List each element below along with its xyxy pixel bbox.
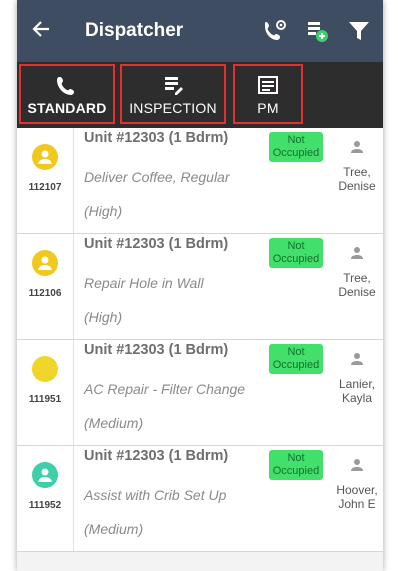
status-column: 112107 — [17, 128, 74, 233]
status-column: 112106 — [17, 234, 74, 339]
work-order-id: 111952 — [28, 500, 62, 511]
filter-icon[interactable] — [341, 13, 377, 49]
tab-pm[interactable]: PM — [233, 64, 303, 124]
description-block: Deliver Coffee, Regular (High) — [84, 160, 331, 228]
person-icon — [350, 458, 364, 477]
work-order-priority: (Medium) — [84, 521, 144, 537]
work-order-details: Unit #12303 (1 Bdrm) Not Occupied AC Rep… — [74, 340, 331, 445]
status-column: 111952 — [17, 446, 74, 551]
add-list-icon[interactable] — [299, 13, 335, 49]
app-bar: Dispatcher — [17, 0, 383, 62]
user-status-icon — [32, 144, 58, 170]
technician-first-name: Kayla — [341, 391, 373, 405]
inspection-icon — [163, 72, 183, 98]
technician-first-name: Denise — [338, 285, 376, 299]
technician-last-name: Lanier, — [338, 377, 376, 391]
description-block: AC Repair - Filter Change (Medium) — [84, 372, 331, 440]
technician-column: Hoover, John E — [331, 446, 383, 551]
occupancy-badge: Not Occupied — [269, 238, 323, 268]
work-order-description: Repair Hole in Wall — [84, 275, 204, 291]
work-order-id: 111951 — [28, 394, 62, 405]
technician-first-name: Denise — [338, 179, 376, 193]
technician-name: Tree, Denise — [338, 165, 375, 193]
call-location-icon[interactable] — [257, 13, 293, 49]
description-block: Assist with Crib Set Up (Medium) — [84, 478, 331, 546]
work-order-description: AC Repair - Filter Change — [84, 381, 246, 397]
work-order-id: 112107 — [28, 182, 62, 193]
technician-name: Tree, Denise — [338, 271, 375, 299]
phone-icon — [57, 72, 77, 98]
work-order-priority: (Medium) — [84, 415, 144, 431]
technician-name: Hoover, John E — [336, 483, 377, 511]
app-frame: Dispatcher STANDARD INSPECTION PM 112107… — [17, 0, 383, 571]
work-order-description: Assist with Crib Set Up — [84, 487, 227, 503]
technician-last-name: Hoover, — [336, 483, 378, 497]
work-order-description: Deliver Coffee, Regular — [84, 169, 230, 185]
technician-column: Lanier, Kayla — [331, 340, 383, 445]
work-order-list: 112107 Unit #12303 (1 Bdrm) Not Occupied… — [17, 128, 383, 552]
status-column: 111951 — [17, 340, 74, 445]
person-icon — [350, 352, 364, 371]
list-item[interactable]: 111952 Unit #12303 (1 Bdrm) Not Occupied… — [17, 446, 383, 552]
occupancy-badge: Not Occupied — [269, 344, 323, 374]
tab-standard[interactable]: STANDARD — [19, 64, 115, 124]
tab-bar: STANDARD INSPECTION PM — [17, 62, 383, 128]
list-item[interactable]: 112106 Unit #12303 (1 Bdrm) Not Occupied… — [17, 234, 383, 340]
work-order-priority: (High) — [84, 309, 123, 325]
tab-standard-label: STANDARD — [27, 100, 107, 116]
status-dot-icon — [32, 356, 58, 382]
tab-pm-label: PM — [257, 100, 279, 116]
person-icon — [350, 140, 364, 159]
technician-column: Tree, Denise — [331, 128, 383, 233]
work-order-priority: (High) — [84, 203, 123, 219]
occupancy-badge: Not Occupied — [269, 132, 323, 162]
tab-inspection-label: INSPECTION — [129, 100, 217, 116]
user-status-icon — [32, 462, 58, 488]
list-item[interactable]: 111951 Unit #12303 (1 Bdrm) Not Occupied… — [17, 340, 383, 446]
description-block: Repair Hole in Wall (High) — [84, 266, 331, 334]
occupancy-badge: Not Occupied — [269, 450, 323, 480]
work-order-id: 112106 — [28, 288, 62, 299]
technician-last-name: Tree, — [343, 271, 371, 285]
user-status-icon — [32, 250, 58, 276]
list-item[interactable]: 112107 Unit #12303 (1 Bdrm) Not Occupied… — [17, 128, 383, 234]
work-order-details: Unit #12303 (1 Bdrm) Not Occupied Delive… — [74, 128, 331, 233]
technician-first-name: John E — [338, 497, 376, 511]
person-icon — [350, 246, 364, 265]
tab-inspection[interactable]: INSPECTION — [120, 64, 226, 124]
technician-name: Lanier, Kayla — [339, 377, 375, 405]
page-title: Dispatcher — [85, 20, 184, 41]
work-order-details: Unit #12303 (1 Bdrm) Not Occupied Repair… — [74, 234, 331, 339]
technician-column: Tree, Denise — [331, 234, 383, 339]
back-arrow-icon[interactable] — [31, 19, 61, 44]
technician-last-name: Tree, — [343, 165, 371, 179]
pm-icon — [258, 72, 278, 98]
work-order-details: Unit #12303 (1 Bdrm) Not Occupied Assist… — [74, 446, 331, 551]
